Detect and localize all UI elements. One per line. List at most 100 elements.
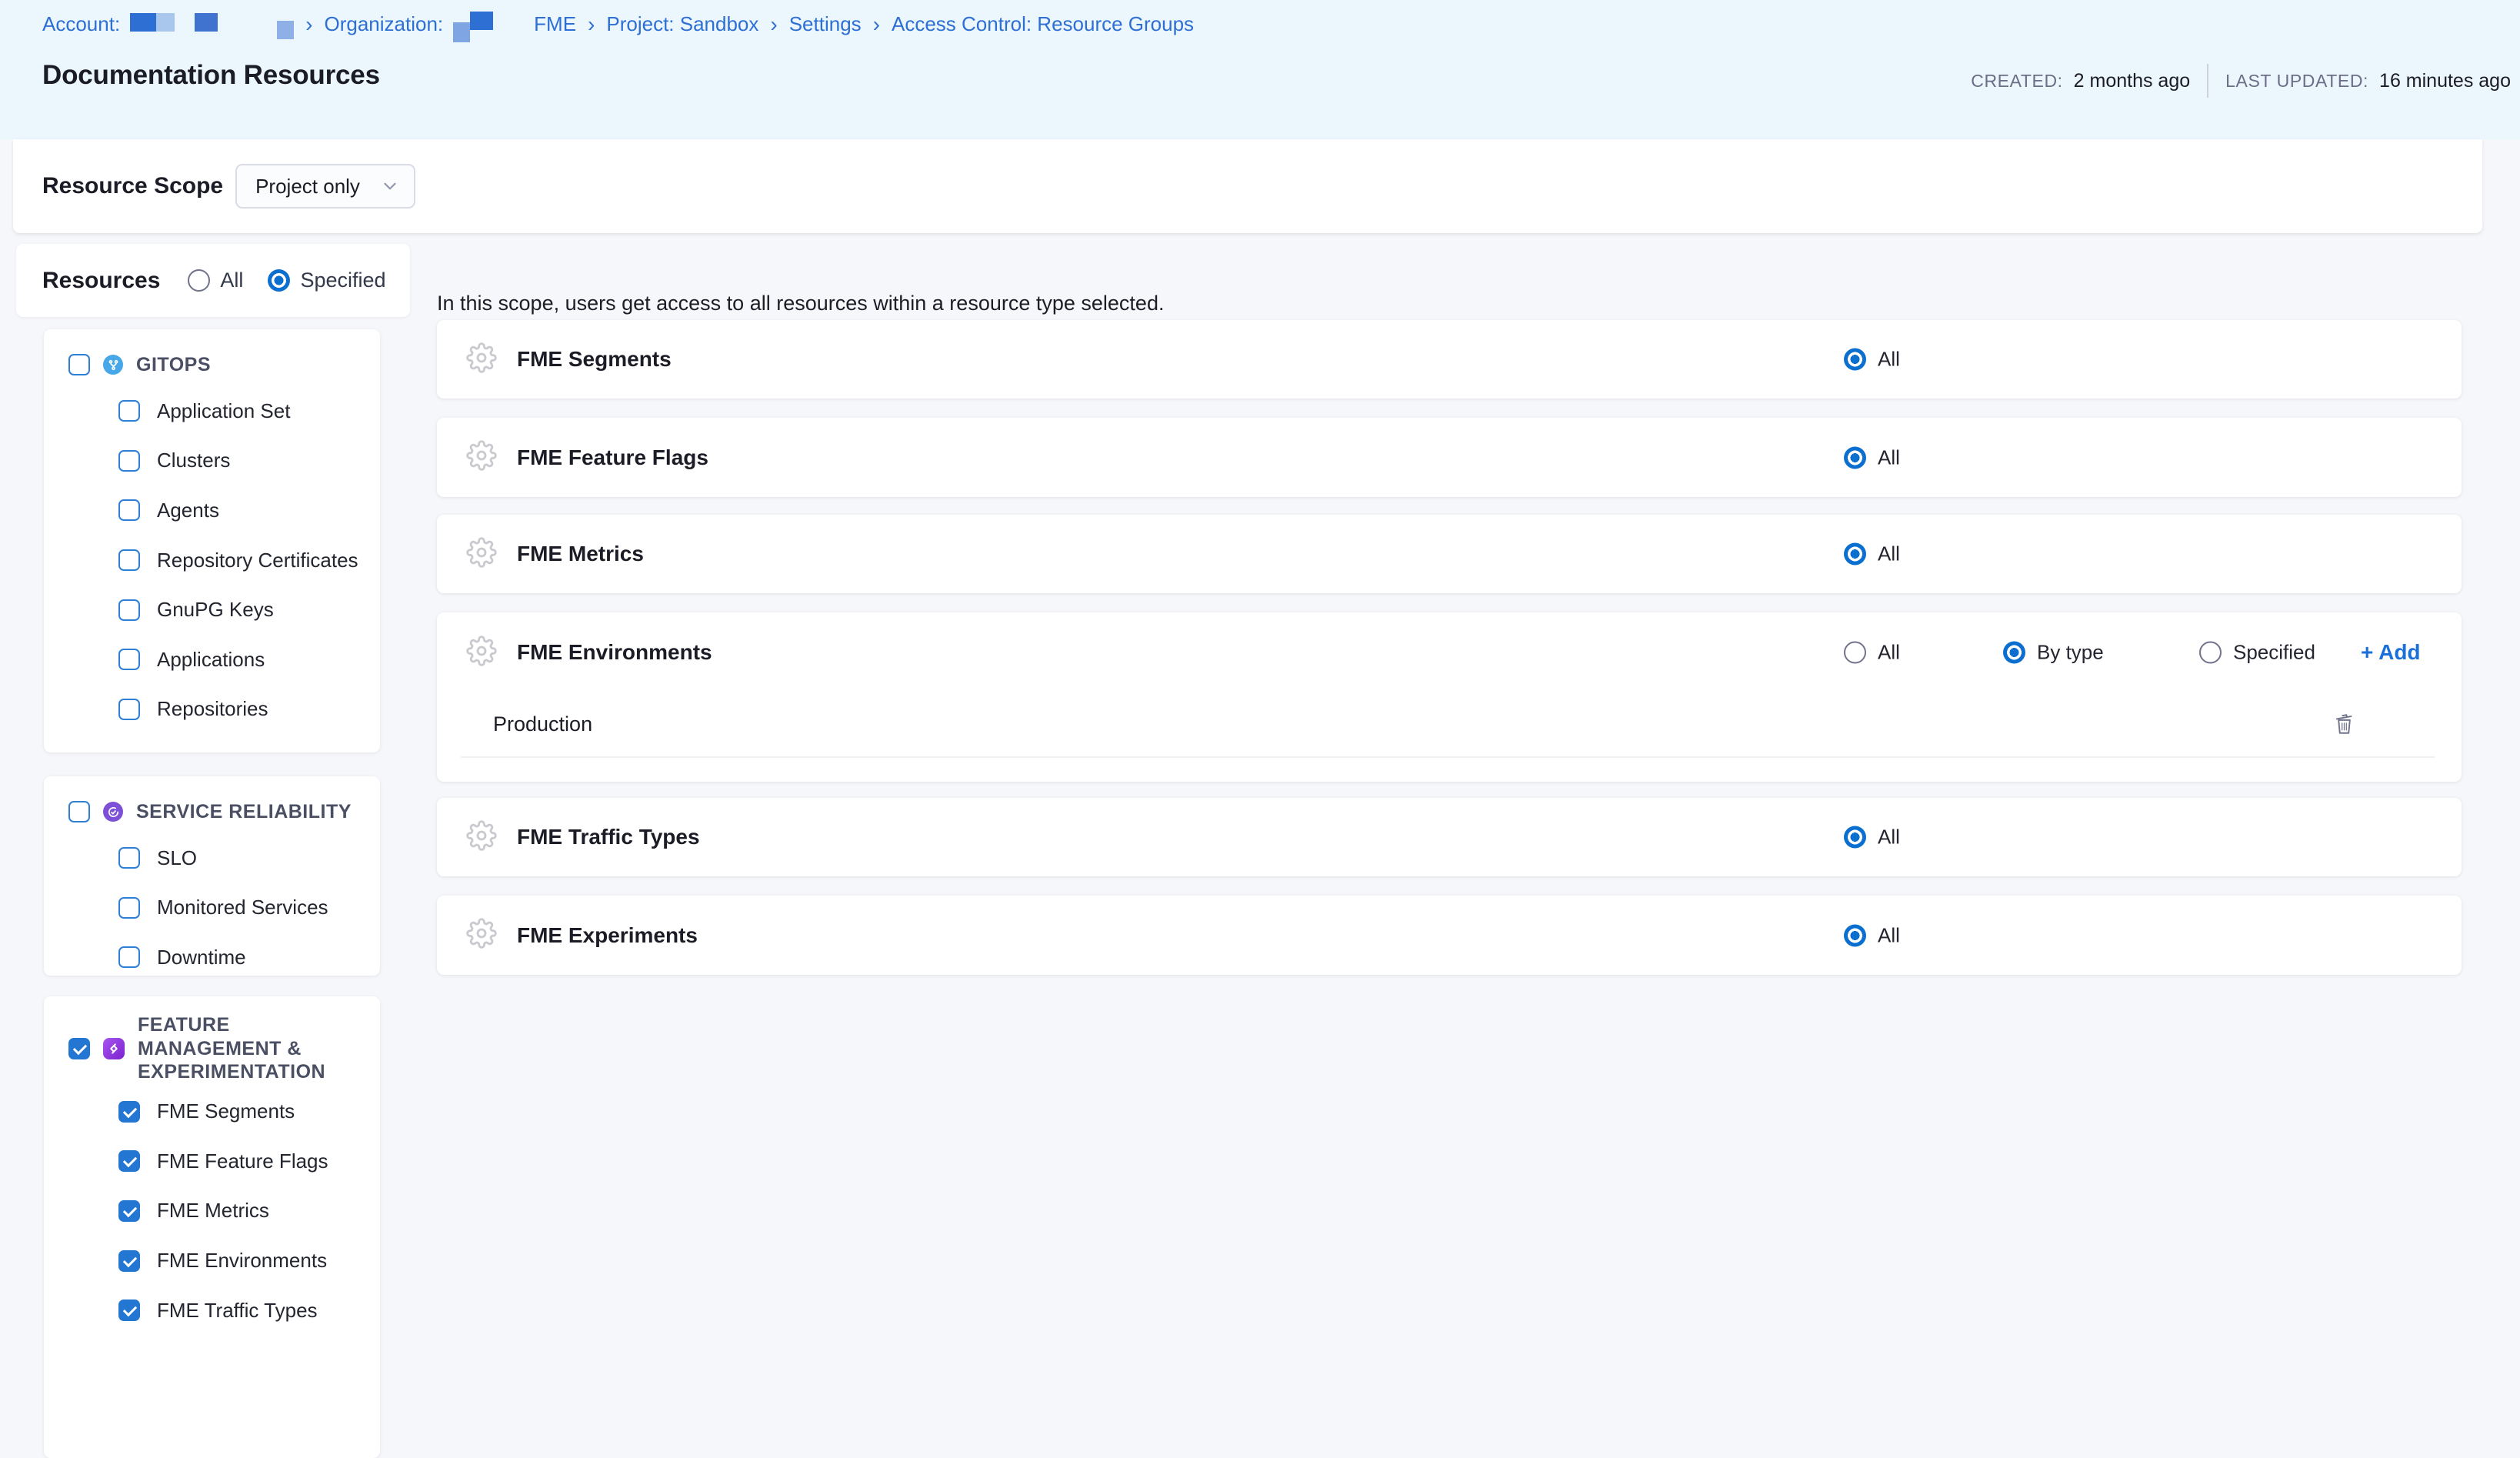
resource-group-fme: FEATURE MANAGEMENT & EXPERIMENTATION FME… — [44, 996, 380, 1458]
resource-type-row: Clusters — [44, 436, 380, 486]
resource-type-row: Applications — [44, 635, 380, 685]
resource-card-title: FME Metrics — [517, 542, 644, 566]
gear-icon — [466, 918, 497, 953]
gear-icon — [466, 537, 497, 572]
resource-card-title: FME Traffic Types — [517, 825, 700, 849]
resource-type-row: SLO — [44, 833, 380, 883]
resource-card-fme-metrics: FME Metrics All — [437, 515, 2462, 593]
service-reliability-module-icon — [103, 802, 123, 822]
fme-environments-checkbox[interactable] — [118, 1250, 140, 1272]
breadcrumb-separator: › — [872, 15, 882, 35]
breadcrumb: Account: › Organization: FME › Project: … — [42, 12, 1194, 36]
resources-specified-label: Specified — [300, 269, 385, 292]
breadcrumb-organization-label[interactable]: Organization: — [325, 12, 444, 36]
resource-scope-value: Project only — [255, 175, 360, 199]
resource-type-row: Repository Certificates — [44, 535, 380, 586]
service-reliability-group-label: SERVICE RELIABILITY — [136, 800, 367, 824]
resource-type-row: Repositories — [44, 685, 380, 735]
environment-row-production: Production — [461, 692, 2435, 758]
resource-type-row: FME Feature Flags — [44, 1136, 380, 1186]
last-updated-value: 16 minutes ago — [2379, 70, 2511, 92]
gitops-group-label: GITOPS — [136, 353, 367, 377]
created-label: CREATED: — [1971, 71, 2062, 92]
resource-type-row: Monitored Services — [44, 883, 380, 933]
repositories-checkbox[interactable] — [118, 699, 140, 720]
slo-checkbox[interactable] — [118, 847, 140, 869]
fme-feature-flags-checkbox[interactable] — [118, 1150, 140, 1172]
gnupg-keys-checkbox[interactable] — [118, 599, 140, 621]
resource-card-fme-traffic-types: FME Traffic Types All — [437, 798, 2462, 876]
gear-icon — [466, 820, 497, 855]
fme-traffic-types-checkbox[interactable] — [118, 1300, 140, 1321]
resource-card-fme-feature-flags: FME Feature Flags All — [437, 418, 2462, 497]
gear-icon — [466, 636, 497, 670]
resource-scope-label: Resource Scope — [42, 173, 223, 199]
fme-traffic-types-all-radio[interactable] — [1844, 826, 1866, 849]
fme-experiments-all-radio[interactable] — [1844, 924, 1866, 946]
last-updated-label: LAST UPDATED: — [2225, 71, 2368, 92]
breadcrumb-account-label[interactable]: Account: — [42, 12, 120, 36]
trash-icon — [2334, 712, 2355, 736]
gear-icon — [466, 440, 497, 475]
resource-type-row: FME Environments — [44, 1236, 380, 1286]
fme-metrics-all-radio[interactable] — [1844, 543, 1866, 566]
delete-environment-button[interactable] — [2334, 712, 2355, 736]
resource-type-row: Downtime — [44, 933, 380, 983]
page-title: Documentation Resources — [42, 60, 380, 91]
resource-scope-select[interactable]: Project only — [235, 164, 415, 209]
timestamps: CREATED: 2 months ago LAST UPDATED: 16 m… — [1971, 64, 2511, 98]
environment-name: Production — [493, 712, 592, 736]
fme-module-icon — [103, 1038, 125, 1059]
breadcrumb-separator: › — [586, 15, 596, 35]
meta-divider — [2207, 64, 2208, 98]
breadcrumb-item-fme[interactable]: FME — [534, 12, 576, 36]
breadcrumb-separator: › — [304, 15, 314, 35]
resource-type-row: Agents — [44, 485, 380, 535]
created-value: 2 months ago — [2074, 70, 2191, 92]
breadcrumb-separator: › — [768, 15, 778, 35]
breadcrumb-item-access-control[interactable]: Access Control: Resource Groups — [892, 12, 1194, 36]
service-reliability-checkbox[interactable] — [68, 801, 90, 822]
resource-card-title: FME Experiments — [517, 923, 698, 948]
fme-feature-flags-all-radio[interactable] — [1844, 446, 1866, 469]
fme-environments-specified-radio[interactable] — [2199, 642, 2222, 664]
chevron-down-icon — [380, 176, 400, 196]
add-environment-button[interactable]: + Add — [2361, 640, 2421, 665]
fme-environments-by-type-radio[interactable] — [2003, 642, 2025, 664]
resource-card-fme-experiments: FME Experiments All — [437, 896, 2462, 975]
fme-environments-all-radio[interactable] — [1844, 642, 1866, 664]
repository-certificates-checkbox[interactable] — [118, 549, 140, 571]
gitops-module-icon — [103, 355, 123, 375]
downtime-checkbox[interactable] — [118, 946, 140, 968]
breadcrumb-item-project[interactable]: Project: Sandbox — [606, 12, 758, 36]
redacted-account-name — [130, 13, 218, 36]
resource-card-fme-segments: FME Segments All — [437, 320, 2462, 399]
resources-panel-header: Resources All Specified — [16, 244, 410, 317]
page-header: Account: › Organization: FME › Project: … — [0, 0, 2520, 139]
clusters-checkbox[interactable] — [118, 450, 140, 472]
breadcrumb-item-settings[interactable]: Settings — [789, 12, 862, 36]
fme-segments-checkbox[interactable] — [118, 1101, 140, 1123]
application-set-checkbox[interactable] — [118, 400, 140, 422]
resource-card-title: FME Feature Flags — [517, 445, 708, 470]
resource-type-row: GnuPG Keys — [44, 585, 380, 635]
agents-checkbox[interactable] — [118, 499, 140, 521]
resources-all-radio[interactable] — [188, 269, 210, 292]
fme-group-checkbox[interactable] — [68, 1038, 90, 1059]
resource-type-row: FME Metrics — [44, 1186, 380, 1236]
fme-metrics-checkbox[interactable] — [118, 1200, 140, 1222]
resources-title: Resources — [42, 268, 160, 294]
redacted-block — [228, 13, 294, 36]
resource-type-row: FME Segments — [44, 1087, 380, 1137]
resource-group-gitops: GITOPS Application Set Clusters Agents R… — [44, 329, 380, 752]
resources-all-label: All — [220, 269, 243, 292]
resource-type-row: FME Traffic Types — [44, 1286, 380, 1336]
monitored-services-checkbox[interactable] — [118, 897, 140, 919]
resource-type-row: Application Set — [44, 386, 380, 436]
resources-specified-radio[interactable] — [268, 269, 290, 292]
fme-segments-all-radio[interactable] — [1844, 349, 1866, 371]
resource-card-title: FME Segments — [517, 347, 672, 372]
applications-checkbox[interactable] — [118, 649, 140, 670]
resource-scope-bar: Resource Scope Project only — [13, 139, 2482, 233]
gitops-checkbox[interactable] — [68, 354, 90, 375]
